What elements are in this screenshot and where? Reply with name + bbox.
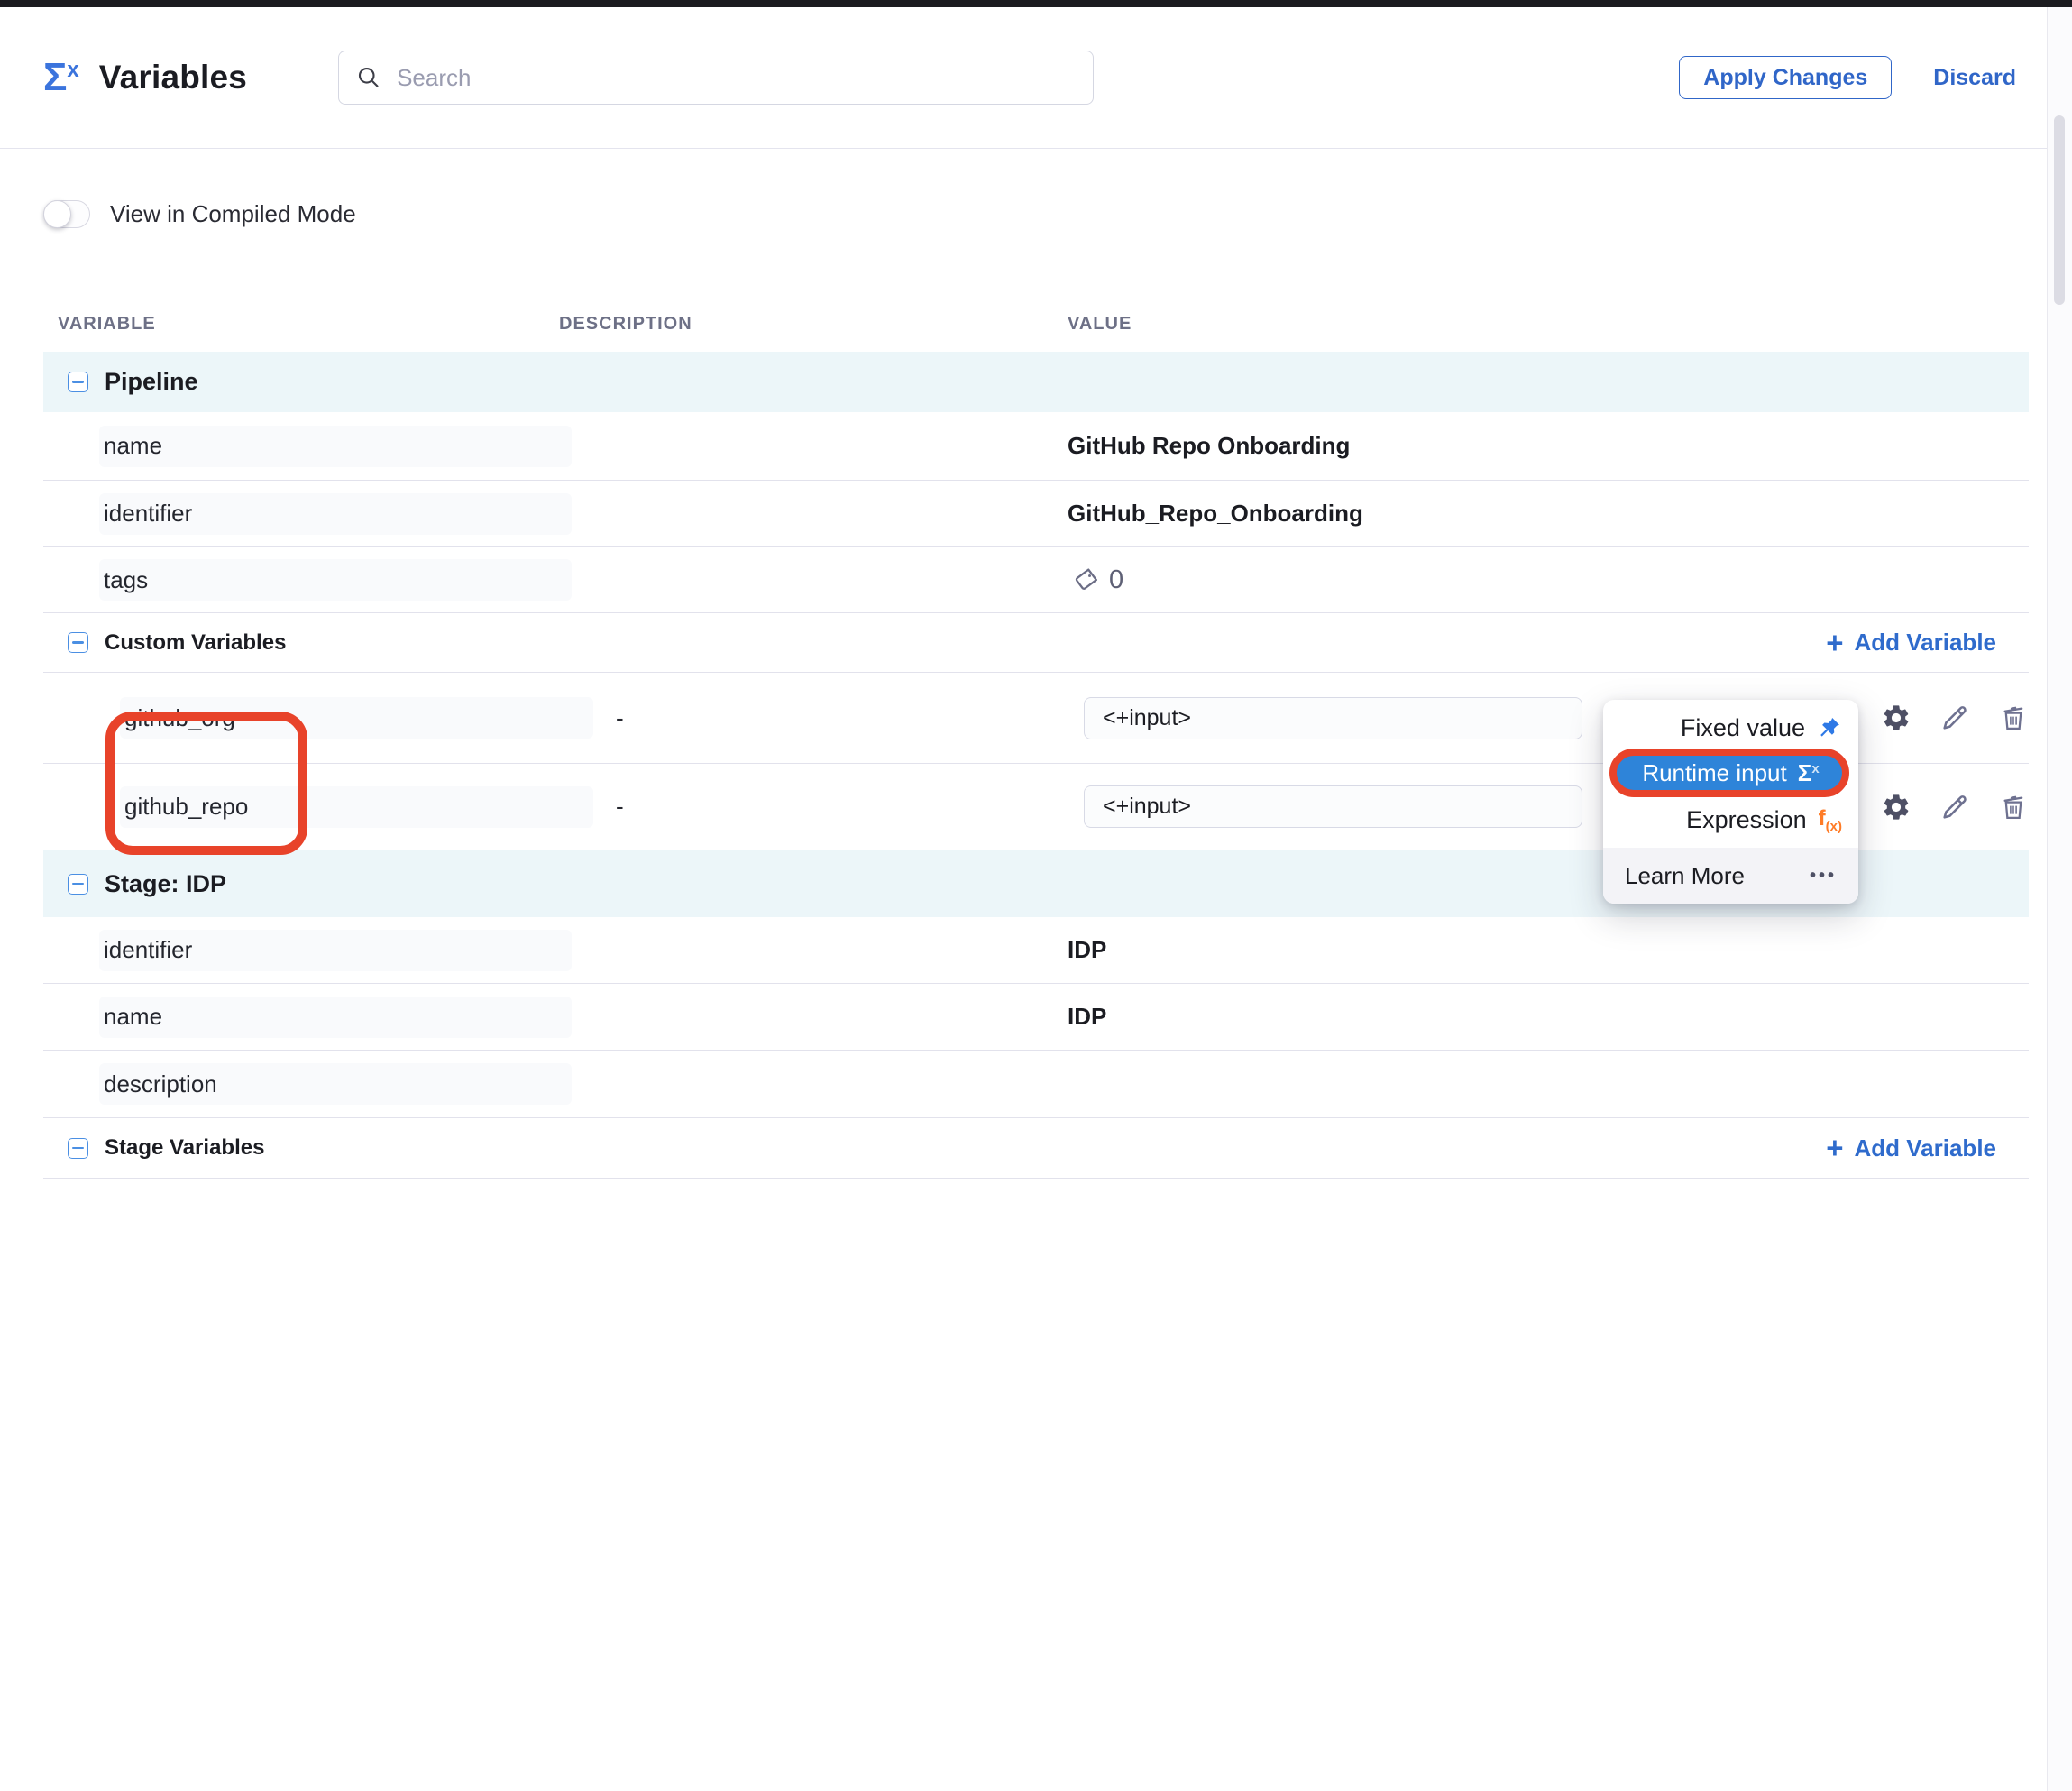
collapse-icon-stage-idp[interactable] <box>68 874 88 895</box>
page-title: Variables <box>99 59 247 96</box>
group-row-custom-variables: Custom Variables + Add Variable <box>43 613 2029 673</box>
column-value: VALUE <box>1064 314 2029 335</box>
compiled-mode-label: View in Compiled Mode <box>110 200 356 228</box>
row-label-pill: identifier <box>99 493 572 535</box>
expression-fx-icon: f(x) <box>1819 806 1842 834</box>
table-row-stage-name: name IDP <box>43 984 2029 1051</box>
window-top-strip <box>0 0 2072 7</box>
scrollbar-thumb[interactable] <box>2054 115 2065 305</box>
table-row-stage-identifier: identifier IDP <box>43 917 2029 984</box>
row-label-pill: name <box>99 426 572 467</box>
group-title-stage-variables: Stage Variables <box>105 1135 264 1161</box>
value-input-github-repo[interactable]: <+input> <box>1084 785 1582 828</box>
dropdown-footer: Learn More ••• <box>1603 848 1858 904</box>
collapse-icon-custom-variables[interactable] <box>68 632 88 653</box>
section-row-pipeline: Pipeline <box>43 352 2029 412</box>
settings-icon[interactable] <box>1881 703 1912 733</box>
toggle-knob <box>43 200 71 228</box>
apply-changes-button[interactable]: Apply Changes <box>1679 56 1892 99</box>
dropdown-item-runtime-input[interactable]: Runtime input Σx <box>1615 756 1847 790</box>
dropdown-item-fixed-value[interactable]: Fixed value <box>1603 707 1858 749</box>
row-label-pill: description <box>99 1063 572 1105</box>
variable-name-github-repo: github_repo <box>124 793 248 821</box>
table-header: VARIABLE DESCRIPTION VALUE <box>43 237 2029 352</box>
vertical-scrollbar[interactable] <box>2047 7 2072 1791</box>
table-row-stage-description: description <box>43 1051 2029 1118</box>
tag-icon <box>1071 565 1100 594</box>
plus-icon: + <box>1826 629 1843 657</box>
add-variable-button-custom[interactable]: + Add Variable <box>1064 629 2029 657</box>
value-input-github-org[interactable]: <+input> <box>1084 697 1582 739</box>
delete-icon[interactable] <box>1998 703 2029 733</box>
row-label-pill: tags <box>99 559 572 601</box>
sigma-x-icon: Σx <box>43 58 79 97</box>
stage-name-value: IDP <box>1064 1003 2029 1031</box>
stage-identifier-value: IDP <box>1064 936 2029 964</box>
variable-description: - <box>559 793 1064 821</box>
search-input[interactable] <box>395 63 1077 93</box>
section-title-stage-idp: Stage: IDP <box>105 870 226 898</box>
settings-icon[interactable] <box>1881 792 1912 822</box>
row-label-pill: identifier <box>99 930 572 971</box>
table-row-pipeline-name: name GitHub Repo Onboarding <box>43 412 2029 481</box>
dropdown-item-expression[interactable]: Expression f(x) <box>1603 799 1858 840</box>
row-label-pill: github_org <box>120 697 593 739</box>
table-row-pipeline-tags: tags 0 <box>43 547 2029 613</box>
group-row-stage-variables: Stage Variables + Add Variable <box>43 1118 2029 1179</box>
group-title-custom-variables: Custom Variables <box>105 630 286 656</box>
collapse-icon-pipeline[interactable] <box>68 372 88 392</box>
edit-icon[interactable] <box>1939 792 1970 822</box>
search-icon <box>355 64 382 91</box>
row-label-pill: name <box>99 997 572 1038</box>
table-row-pipeline-identifier: identifier GitHub_Repo_Onboarding <box>43 481 2029 547</box>
variable-name-github-org: github_org <box>124 704 235 732</box>
compiled-mode-toggle[interactable] <box>43 200 90 228</box>
delete-icon[interactable] <box>1998 792 2029 822</box>
learn-more-link[interactable]: Learn More <box>1625 862 1745 890</box>
column-variable: VARIABLE <box>43 314 559 335</box>
tags-count: 0 <box>1109 565 1123 595</box>
discard-button[interactable]: Discard <box>1933 65 2016 91</box>
pin-icon <box>1817 715 1842 740</box>
search-box[interactable] <box>338 51 1094 105</box>
value-type-dropdown: Fixed value Runtime input Σx Expression … <box>1603 700 1858 904</box>
section-title-pipeline: Pipeline <box>105 368 198 396</box>
collapse-icon-stage-variables[interactable] <box>68 1138 88 1159</box>
pipeline-name-value: GitHub Repo Onboarding <box>1064 432 2029 460</box>
plus-icon: + <box>1826 1134 1843 1162</box>
sigma-x-icon: Σx <box>1798 761 1820 785</box>
pipeline-identifier-value: GitHub_Repo_Onboarding <box>1064 500 2029 528</box>
panel-header: Σx Variables Apply Changes Discard <box>0 7 2072 149</box>
add-variable-button-stage[interactable]: + Add Variable <box>1064 1134 2029 1162</box>
column-description: DESCRIPTION <box>559 314 1064 335</box>
variables-panel: Σx Variables Apply Changes Discard View … <box>0 0 2072 1791</box>
row-label-pill: github_repo <box>120 786 593 828</box>
variable-description: - <box>559 704 1064 732</box>
more-options-dots-icon[interactable]: ••• <box>1810 866 1837 886</box>
edit-icon[interactable] <box>1939 703 1970 733</box>
